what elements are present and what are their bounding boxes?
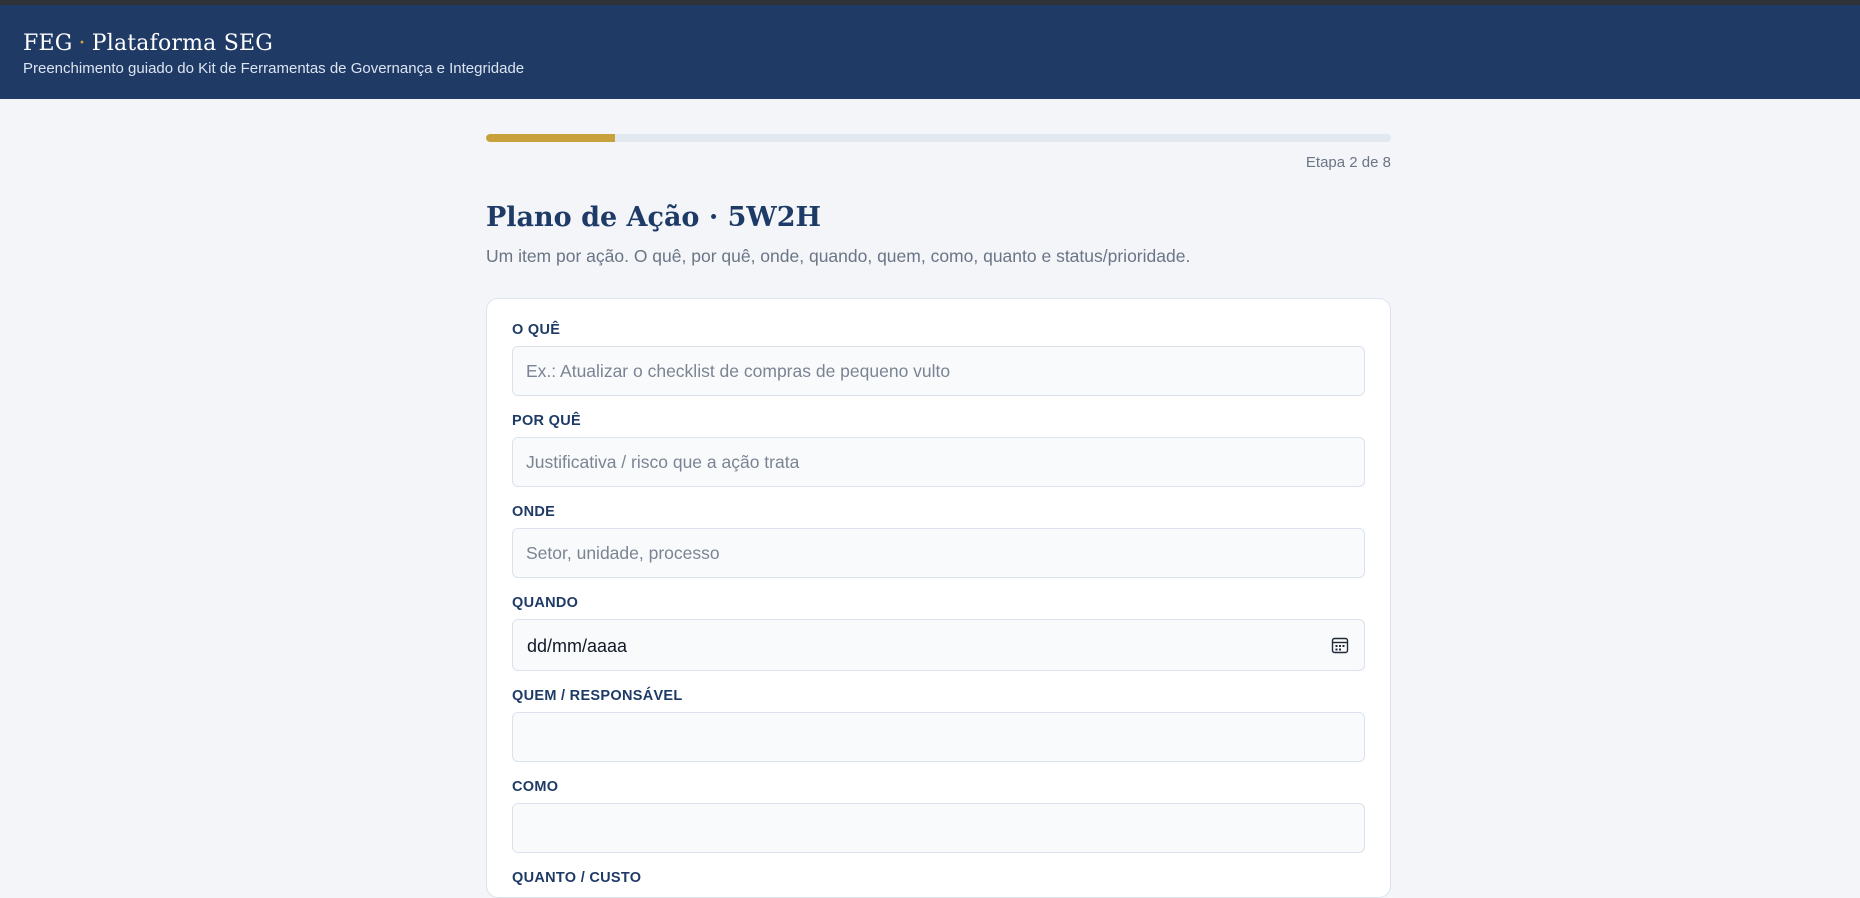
quando-date-input[interactable]: dd/mm/aaaa	[512, 619, 1365, 671]
brand-platform-name: Plataforma SEG	[91, 31, 273, 56]
como-label: COMO	[512, 779, 559, 795]
page-description: Um item por ação. O quê, por quê, onde, …	[486, 246, 1191, 266]
brand-separator: ·	[78, 31, 86, 56]
field-como: COMO	[512, 778, 1365, 853]
brand-title: FEG · Plataforma SEG	[23, 30, 1860, 58]
field-quando: QUANDO dd/mm/aaaa	[512, 594, 1365, 671]
calendar-icon[interactable]	[1331, 636, 1349, 654]
como-input[interactable]	[512, 803, 1365, 853]
o-que-input[interactable]	[512, 346, 1365, 396]
brand-acronym: FEG	[23, 31, 73, 56]
quem-label: QUEM / RESPONSÁVEL	[512, 688, 683, 704]
step-indicator: Etapa 2 de 8	[1305, 154, 1391, 171]
onde-input[interactable]	[512, 528, 1365, 578]
onde-label: ONDE	[512, 504, 556, 520]
field-o-que: O QUÊ	[512, 321, 1365, 396]
action-plan-form-card: O QUÊ POR QUÊ ONDE QUANDO dd/mm/aaaa	[486, 298, 1391, 898]
progress-bar-fill	[486, 134, 615, 142]
por-que-label: POR QUÊ	[512, 413, 581, 429]
field-por-que: POR QUÊ	[512, 412, 1365, 487]
page-title: Plano de Ação · 5W2H	[486, 202, 822, 233]
main-content: Etapa 2 de 8 Plano de Ação · 5W2H Um ite…	[486, 134, 1391, 898]
field-onde: ONDE	[512, 503, 1365, 578]
o-que-label: O QUÊ	[512, 322, 561, 338]
field-quanto: QUANTO / CUSTO	[512, 869, 1365, 887]
field-quem: QUEM / RESPONSÁVEL	[512, 687, 1365, 762]
por-que-input[interactable]	[512, 437, 1365, 487]
progress-bar	[486, 134, 1391, 142]
quando-date-value: dd/mm/aaaa	[527, 636, 628, 656]
quando-label: QUANDO	[512, 595, 579, 611]
app-header: FEG · Plataforma SEG Preenchimento guiado …	[0, 5, 1860, 99]
quem-input[interactable]	[512, 712, 1365, 762]
header-subtitle: Preenchimento guiado do Kit de Ferrament…	[23, 60, 525, 77]
quanto-label: QUANTO / CUSTO	[512, 870, 642, 886]
